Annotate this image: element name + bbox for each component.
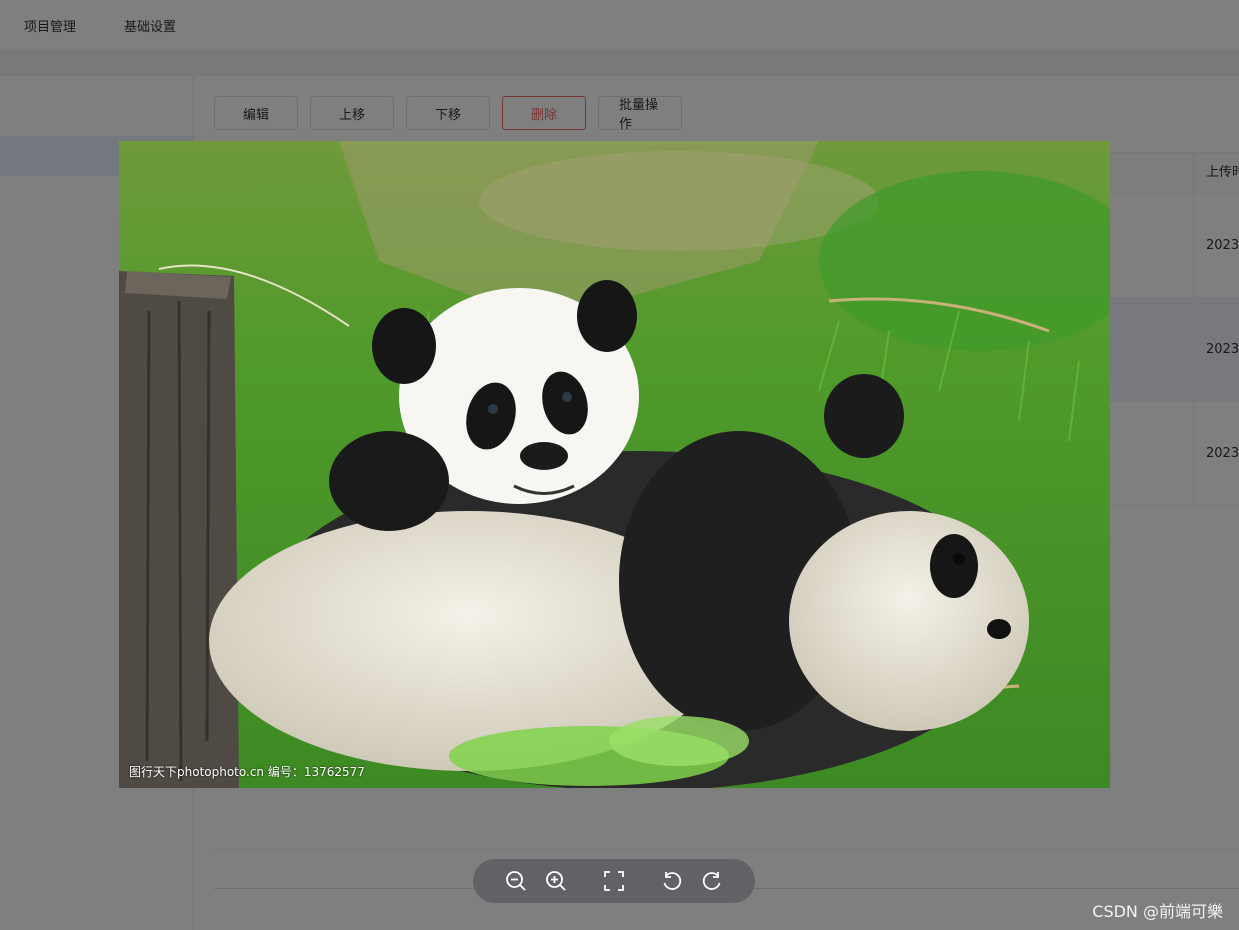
csdn-watermark: CSDN @前端可樂	[1092, 902, 1223, 921]
zoom-out-icon	[506, 871, 526, 891]
zoom-out-button[interactable]	[496, 859, 536, 903]
preview-image[interactable]: 图行天下photophoto.cn 编号：13762577	[119, 141, 1110, 788]
fullscreen-icon	[604, 871, 624, 891]
panda-photo	[119, 141, 1110, 788]
zoom-in-icon	[546, 871, 566, 891]
zoom-in-button[interactable]	[536, 859, 576, 903]
rotate-right-icon	[702, 872, 721, 890]
rotate-left-button[interactable]	[652, 859, 692, 903]
rotate-right-button[interactable]	[692, 859, 732, 903]
rotate-left-icon	[663, 872, 682, 890]
fullscreen-button[interactable]	[594, 859, 634, 903]
image-caption: 图行天下photophoto.cn 编号：13762577	[129, 765, 365, 779]
viewer-toolbar	[473, 859, 755, 903]
